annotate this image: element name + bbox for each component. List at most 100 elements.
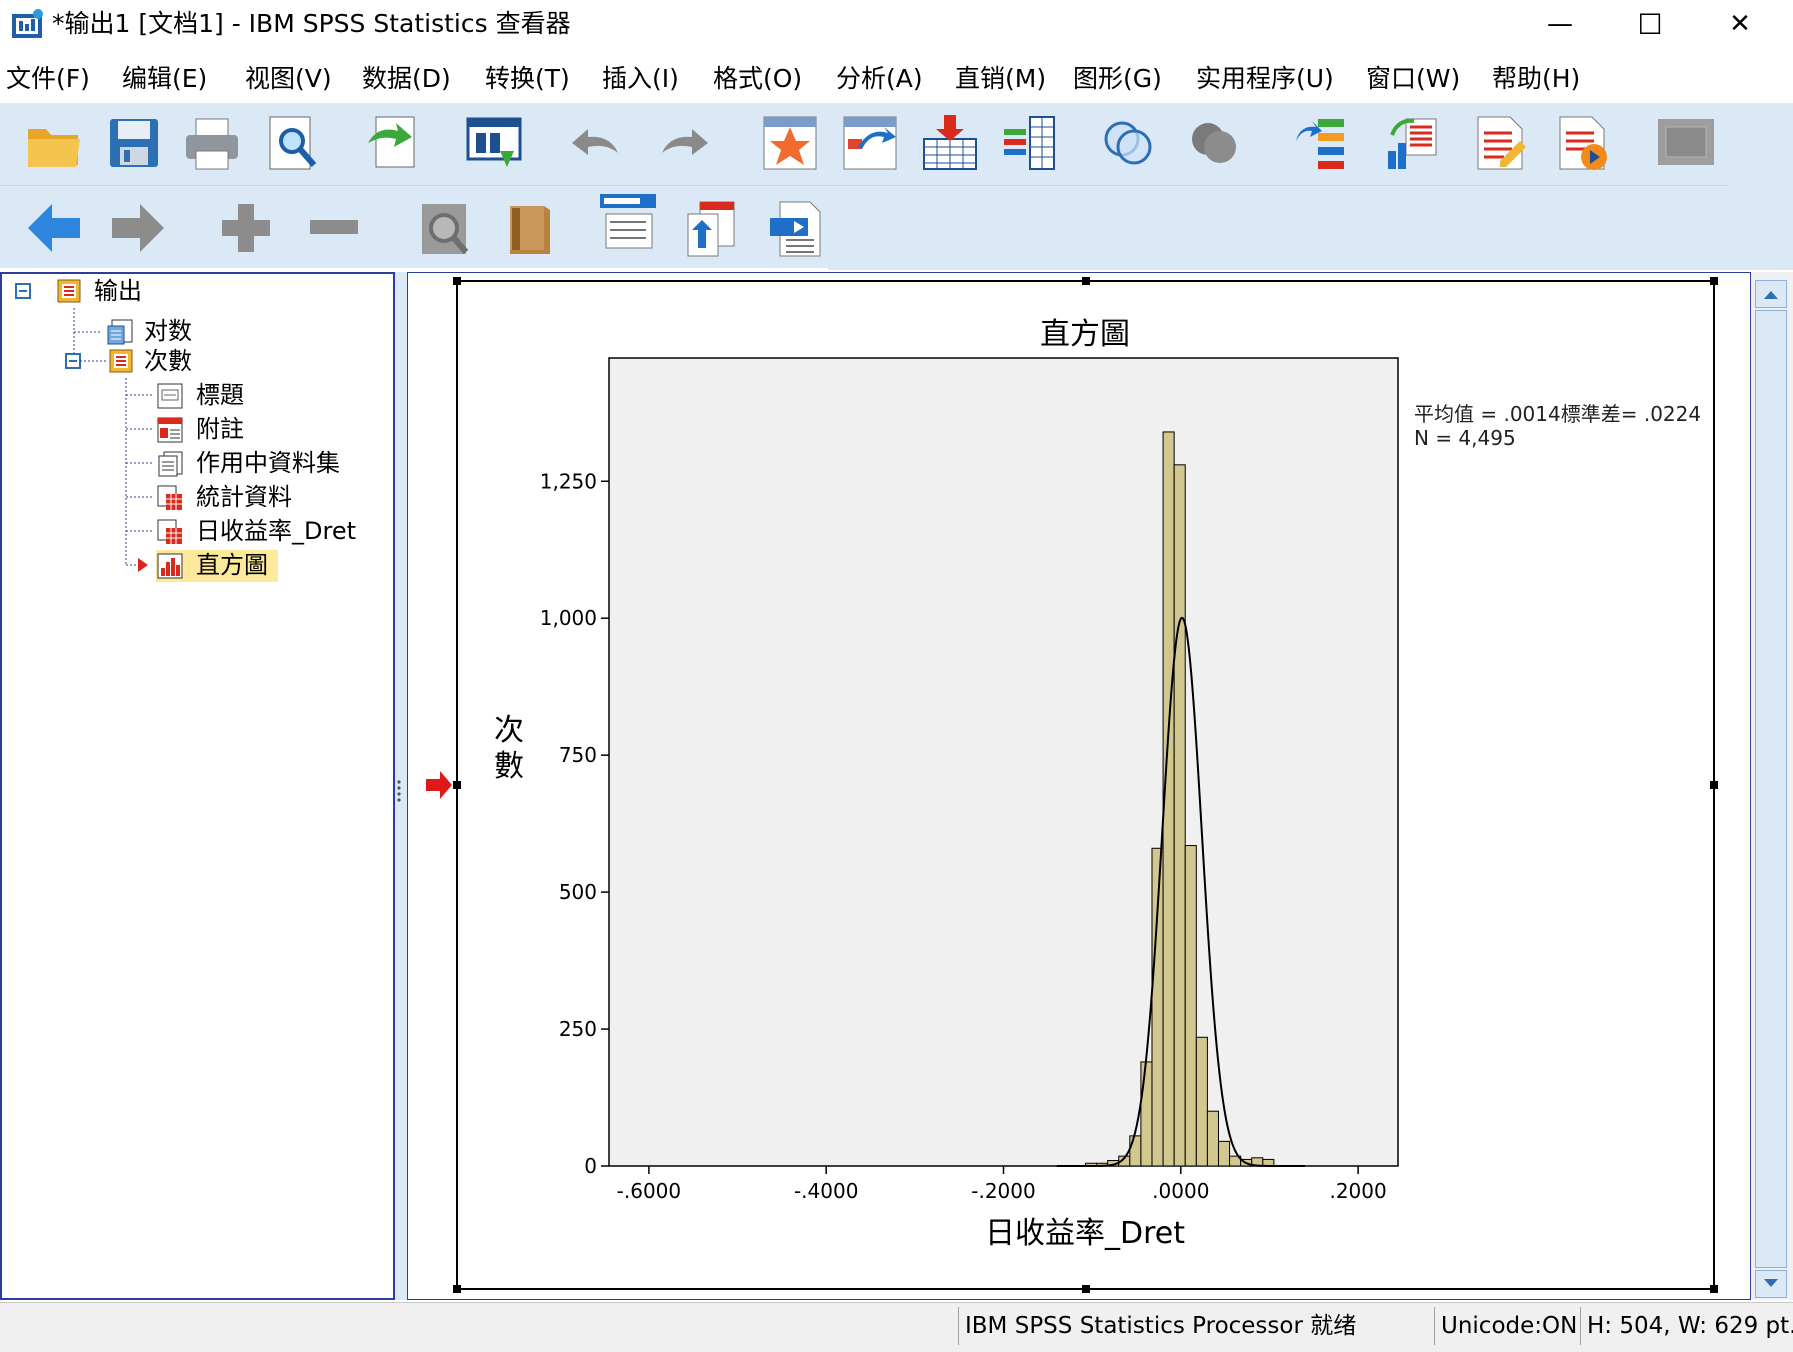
insert-cases-icon[interactable] [920, 113, 980, 173]
pane-splitter[interactable] [395, 272, 407, 1300]
y-axis-label-char-1: 次 [494, 713, 524, 748]
y-tick-label: 750 [559, 743, 597, 767]
x-tick-label: -.2000 [971, 1179, 1035, 1203]
insert-text-icon[interactable] [766, 200, 826, 260]
histogram-bar [1195, 1036, 1208, 1167]
redo-icon[interactable] [654, 113, 714, 173]
y-tick-label: 0 [584, 1154, 597, 1178]
y-tick-label: 500 [559, 880, 597, 904]
outline-item-log[interactable]: 对数 [144, 316, 192, 346]
recall-dialog-icon[interactable] [464, 113, 524, 173]
x-tick-label: .2000 [1329, 1179, 1386, 1203]
menu-help[interactable]: 帮助(H) [1492, 63, 1580, 95]
output-book-icon [56, 278, 82, 304]
menu-file[interactable]: 文件(F) [6, 63, 90, 95]
outline-pane[interactable]: 输出 对数 次數 標題 附註 作用中資料集 統計資料 日收益率_Dret 直方圖 [0, 272, 395, 1300]
menu-data[interactable]: 数据(D) [362, 63, 451, 95]
outline-item-output[interactable]: 输出 [94, 276, 142, 306]
y-tick-label: 1,250 [540, 469, 597, 493]
current-item-arrow-icon [426, 771, 452, 799]
menu-view[interactable]: 视图(V) [245, 63, 332, 95]
save-icon[interactable] [104, 113, 164, 173]
spss-app-icon[interactable] [10, 8, 46, 40]
chart-builder-icon[interactable] [1470, 113, 1530, 173]
scroll-thumb[interactable] [1755, 310, 1787, 1268]
show-icon[interactable] [414, 198, 474, 258]
histogram-icon [156, 552, 184, 580]
stats-n: N = 4,495 [1414, 426, 1516, 450]
print-preview-icon[interactable] [262, 113, 322, 173]
insert-title-icon[interactable] [682, 200, 742, 260]
back-icon[interactable] [24, 198, 84, 258]
designate-window-icon[interactable] [1552, 113, 1612, 173]
y-tick-label: 250 [559, 1017, 597, 1041]
expand-icon[interactable] [216, 198, 276, 258]
menu-edit[interactable]: 编辑(E) [122, 63, 207, 95]
frequency-table-icon [156, 518, 184, 546]
menu-direct-marketing[interactable]: 直销(M) [955, 63, 1046, 95]
x-tick-label: -.6000 [617, 1179, 681, 1203]
close-button[interactable]: ✕ [1695, 0, 1785, 48]
stats-mean-std: 平均值 = .0014標準差= .0224 [1414, 402, 1701, 426]
histogram-bar [1217, 1140, 1231, 1167]
scroll-up-button[interactable] [1755, 280, 1787, 308]
hide-icon[interactable] [498, 198, 558, 258]
export-icon[interactable] [362, 113, 422, 173]
x-axis-label: 日收益率_Dret [985, 1216, 1185, 1251]
insert-heading-icon[interactable] [598, 192, 658, 252]
use-variable-sets-icon[interactable] [1098, 113, 1158, 173]
histogram-bar [1206, 1110, 1219, 1167]
select-cases-icon[interactable] [1382, 113, 1442, 173]
show-all-variables-icon[interactable] [1184, 113, 1244, 173]
menu-insert[interactable]: 插入(I) [602, 63, 679, 95]
active-dataset-icon [156, 450, 184, 478]
maximize-button[interactable]: ☐ [1605, 0, 1695, 48]
outline-item-histogram[interactable]: 直方圖 [196, 550, 268, 580]
outline-item-dret-table[interactable]: 日收益率_Dret [196, 516, 356, 546]
status-bar: IBM SPSS Statistics Processor 就绪 Unicode… [0, 1302, 1793, 1352]
menu-analyze[interactable]: 分析(A) [836, 63, 923, 95]
collapse-icon[interactable] [304, 198, 364, 258]
scroll-down-button[interactable] [1755, 1270, 1787, 1298]
content-pane[interactable]: 0 250 500 750 1,000 1,250 -.6000 -.4000 -.2000.… [407, 272, 1751, 1300]
frequencies-book-icon [108, 348, 134, 374]
menu-window[interactable]: 窗口(W) [1366, 63, 1460, 95]
undo-icon[interactable] [566, 113, 626, 173]
y-axis-label-char-2: 數 [494, 749, 524, 784]
menu-format[interactable]: 格式(O) [713, 63, 802, 95]
histogram-chart[interactable]: 0 250 500 750 1,000 1,250 -.6000 -.4000 -.2000.… [408, 273, 1750, 1299]
outline-item-statistics[interactable]: 統計資料 [196, 482, 292, 512]
log-icon [106, 318, 134, 346]
goto-variable-icon[interactable] [840, 113, 900, 173]
toolbar-background [828, 186, 1793, 270]
forward-icon[interactable] [108, 198, 168, 258]
histogram-bar [1129, 1135, 1142, 1167]
open-icon[interactable] [24, 113, 84, 173]
notes-icon [156, 416, 184, 444]
variables-icon[interactable] [1000, 113, 1060, 173]
window-title: *输出1 [文档1] - IBM SPSS Statistics 查看器 [52, 9, 571, 38]
x-tick-label: .0000 [1152, 1179, 1209, 1203]
outline-item-frequencies[interactable]: 次數 [144, 346, 192, 376]
title-bar: *输出1 [文档1] - IBM SPSS Statistics 查看器 — ☐… [0, 0, 1793, 48]
menu-utilities[interactable]: 实用程序(U) [1196, 63, 1334, 95]
menu-graphs[interactable]: 图形(G) [1073, 63, 1162, 95]
print-icon[interactable] [182, 113, 242, 173]
menu-transform[interactable]: 转换(T) [485, 63, 570, 95]
outline-item-notes[interactable]: 附註 [196, 414, 244, 444]
status-size: H: 504, W: 629 pt. [1580, 1307, 1793, 1345]
split-file-icon[interactable] [1290, 113, 1350, 173]
outline-item-title[interactable]: 標題 [196, 380, 244, 410]
outline-item-active-dataset[interactable]: 作用中資料集 [196, 448, 340, 478]
toolbar-main [0, 103, 1728, 186]
vertical-scrollbar[interactable] [1751, 272, 1793, 1300]
histogram-bar [1184, 845, 1197, 1167]
statistics-table-icon [156, 484, 184, 512]
goto-case-icon[interactable] [760, 113, 820, 173]
toolbar-fill [1728, 103, 1793, 186]
minimize-button[interactable]: — [1515, 0, 1605, 48]
toolbar-navigation [0, 186, 828, 268]
disabled-icon [1656, 113, 1716, 173]
x-tick-label: -.4000 [794, 1179, 858, 1203]
plot-area [608, 357, 1399, 1167]
